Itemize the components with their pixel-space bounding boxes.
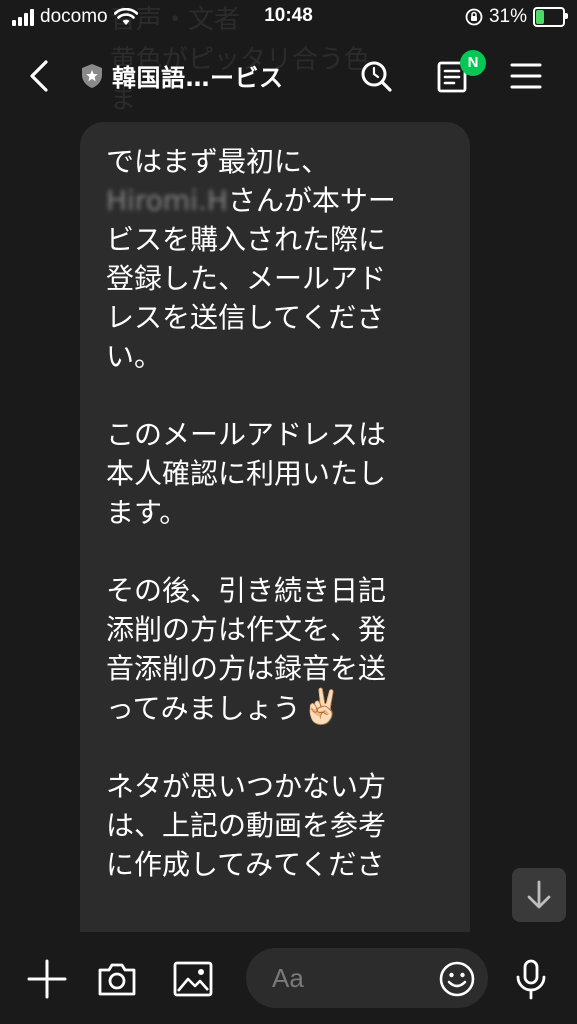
arrow-down-icon	[527, 880, 551, 909]
blurred-user-name: Hiromi.H	[106, 184, 228, 217]
chat-area[interactable]: ではまず最初に、 Hiromi.Hさんが本サー ビスを購入された際に 登録した、…	[0, 110, 577, 932]
battery-percent: 31%	[488, 6, 527, 27]
message-text: ではまず最初に、 Hiromi.Hさんが本サー ビスを購入された際に 登録した、…	[106, 142, 446, 884]
microphone-button[interactable]	[510, 958, 552, 1000]
chat-title-group[interactable]: 韓国語…ービス	[80, 58, 284, 93]
shield-star-icon	[82, 63, 102, 88]
menu-button[interactable]	[506, 56, 546, 96]
victory-hand-emoji: ✌🏻	[300, 687, 343, 727]
battery-fill	[536, 10, 545, 24]
camera-button[interactable]	[96, 958, 138, 1000]
message-line: ではまず最初に、	[106, 145, 330, 178]
message-bubble[interactable]: ではまず最初に、 Hiromi.Hさんが本サー ビスを購入された際に 登録した、…	[80, 122, 470, 932]
image-button[interactable]	[172, 958, 214, 1000]
battery-tip	[565, 13, 568, 19]
battery-icon	[533, 7, 568, 27]
scroll-to-bottom-button[interactable]	[512, 868, 566, 922]
message-body: さんが本サー ビスを購入された際に 登録した、メールアド レスを送信してくださ …	[106, 184, 396, 725]
back-button[interactable]	[22, 58, 58, 94]
message-input-bar	[0, 932, 577, 1024]
search-button[interactable]	[356, 56, 396, 96]
background-line: 音声・文者	[110, 5, 241, 35]
message-body-continued: ネタが思いつかない方 は、上記の動画を参考 に作成してみてくださ	[106, 770, 387, 881]
status-right: 31%	[465, 6, 568, 28]
chat-title: 韓国語…ービス	[112, 64, 284, 92]
chat-header: 韓国語…ービス N	[0, 44, 577, 108]
notes-badge: N	[460, 50, 486, 76]
emoji-button[interactable]	[438, 960, 476, 998]
plus-button[interactable]	[26, 958, 68, 1000]
